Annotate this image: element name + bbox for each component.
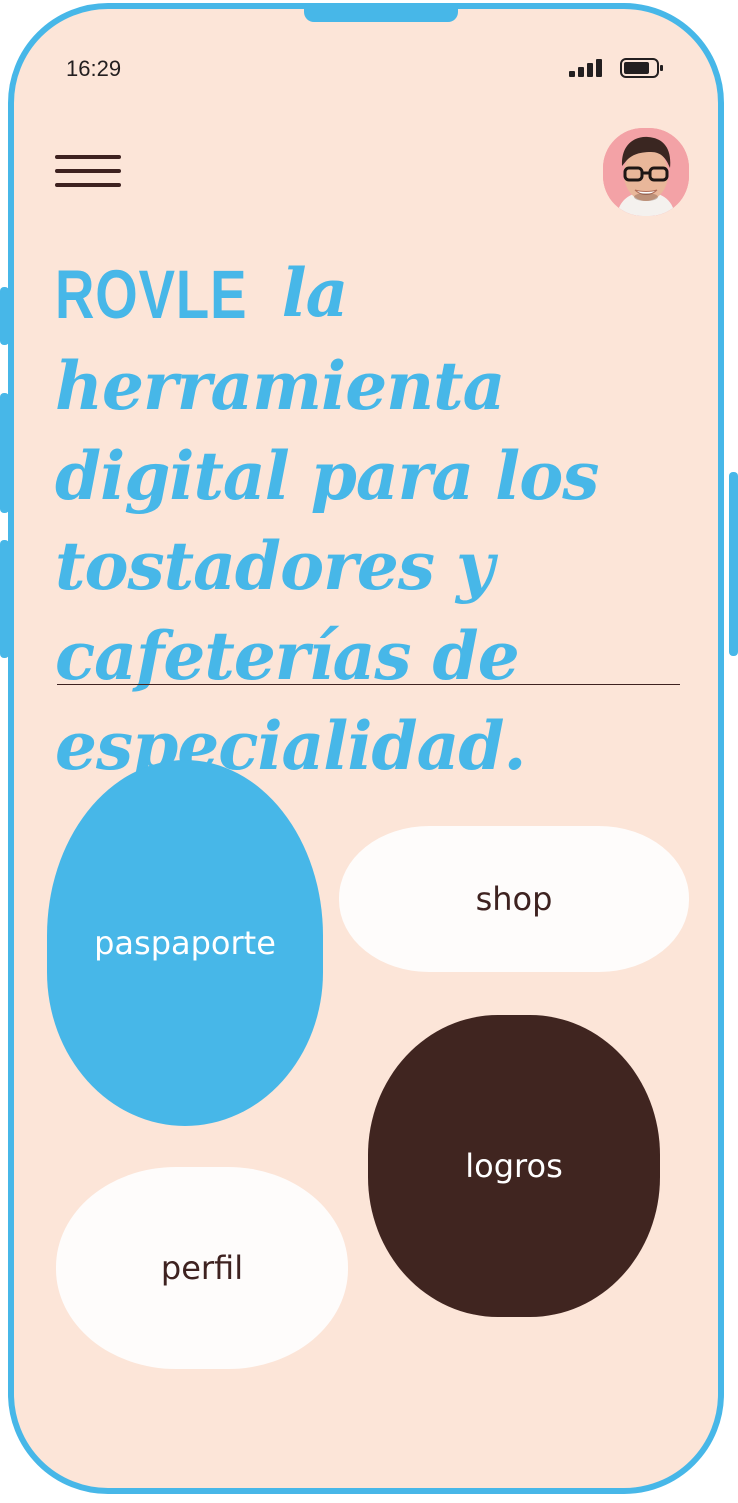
hero-headline: ROVLE la herramienta digital para los to… [55,248,705,791]
logros-button[interactable]: logros [368,1015,660,1317]
pasaporte-button[interactable]: paspaporte [47,760,323,1126]
side-button-right [729,472,738,656]
battery-icon [620,58,663,78]
shop-button[interactable]: shop [339,826,689,972]
logros-label: logros [465,1147,563,1185]
pasaporte-label: paspaporte [94,924,276,962]
avatar-portrait-icon [603,128,689,216]
perfil-label: perfil [160,1249,244,1287]
brand-logo: ROVLE [55,257,248,334]
phone-notch [304,9,458,22]
shop-label: shop [475,880,553,918]
user-avatar[interactable] [603,128,689,216]
signal-bars-icon [569,59,602,77]
hamburger-menu-icon[interactable] [55,155,121,189]
status-time: 16:29 [66,56,122,81]
perfil-button[interactable]: perfil [56,1167,348,1369]
section-divider [57,684,680,685]
